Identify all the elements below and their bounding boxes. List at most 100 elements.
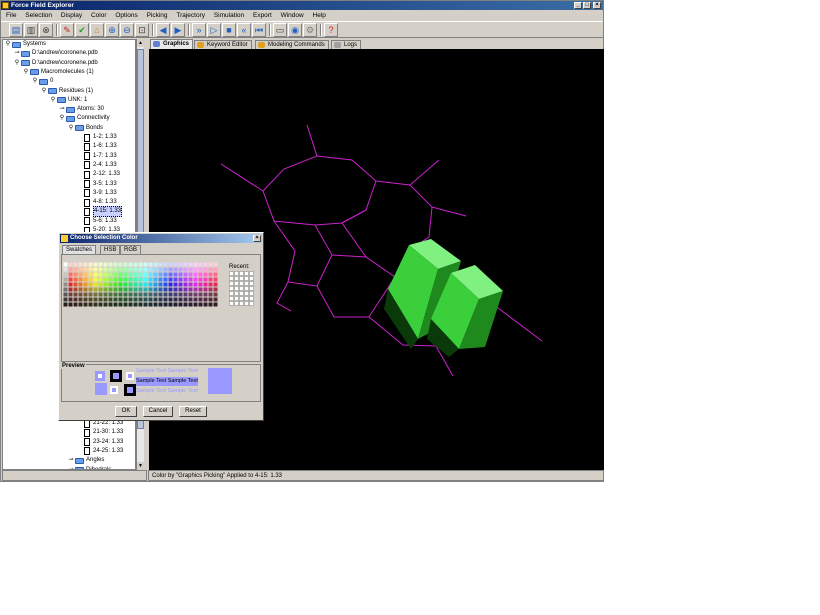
color-swatch[interactable] bbox=[93, 297, 98, 302]
color-swatch[interactable] bbox=[113, 297, 118, 302]
minimize-button[interactable]: _ bbox=[574, 2, 582, 9]
color-swatch[interactable] bbox=[118, 267, 123, 272]
color-swatch[interactable] bbox=[143, 292, 148, 297]
color-swatch[interactable] bbox=[78, 267, 83, 272]
color-swatch[interactable] bbox=[203, 267, 208, 272]
color-swatch[interactable] bbox=[63, 282, 68, 287]
settings-icon[interactable]: ⚙ bbox=[303, 23, 317, 37]
color-swatch[interactable] bbox=[93, 262, 98, 267]
color-swatch[interactable] bbox=[178, 282, 183, 287]
color-swatch[interactable] bbox=[183, 272, 188, 277]
color-swatch[interactable] bbox=[208, 272, 213, 277]
color-swatch[interactable] bbox=[153, 302, 158, 307]
color-swatch[interactable] bbox=[193, 297, 198, 302]
color-swatch[interactable] bbox=[208, 297, 213, 302]
close-system-icon[interactable]: ⊗ bbox=[39, 23, 53, 37]
color-swatch[interactable] bbox=[178, 267, 183, 272]
color-swatch[interactable] bbox=[118, 287, 123, 292]
color-swatch[interactable] bbox=[63, 267, 68, 272]
tree-bond-item[interactable]: 5-6: 1.33 bbox=[77, 217, 117, 226]
color-swatch[interactable] bbox=[188, 267, 193, 272]
color-swatch[interactable] bbox=[113, 262, 118, 267]
color-swatch[interactable] bbox=[153, 292, 158, 297]
color-swatch[interactable] bbox=[208, 267, 213, 272]
color-swatch[interactable] bbox=[198, 287, 203, 292]
color-swatch[interactable] bbox=[103, 297, 108, 302]
color-swatch[interactable] bbox=[93, 287, 98, 292]
color-swatch[interactable] bbox=[198, 267, 203, 272]
color-swatch[interactable] bbox=[198, 297, 203, 302]
color-swatch[interactable] bbox=[163, 277, 168, 282]
color-swatch[interactable] bbox=[63, 277, 68, 282]
color-swatch[interactable] bbox=[173, 302, 178, 307]
color-swatch[interactable] bbox=[128, 282, 133, 287]
color-swatch[interactable] bbox=[208, 277, 213, 282]
color-swatch[interactable] bbox=[203, 272, 208, 277]
color-swatch[interactable] bbox=[133, 282, 138, 287]
color-swatch[interactable] bbox=[68, 267, 73, 272]
color-swatch[interactable] bbox=[98, 277, 103, 282]
color-swatch[interactable] bbox=[143, 277, 148, 282]
color-swatch[interactable] bbox=[113, 292, 118, 297]
color-swatch[interactable] bbox=[193, 277, 198, 282]
color-swatch[interactable] bbox=[123, 277, 128, 282]
color-swatch[interactable] bbox=[163, 282, 168, 287]
color-swatch[interactable] bbox=[63, 302, 68, 307]
recent-swatch[interactable] bbox=[229, 276, 234, 281]
color-swatch[interactable] bbox=[168, 297, 173, 302]
color-swatch[interactable] bbox=[193, 272, 198, 277]
stop-icon[interactable]: ■ bbox=[222, 23, 236, 37]
color-swatch[interactable] bbox=[183, 262, 188, 267]
color-swatch[interactable] bbox=[203, 262, 208, 267]
color-swatch[interactable] bbox=[178, 272, 183, 277]
color-swatch[interactable] bbox=[138, 297, 143, 302]
color-swatch[interactable] bbox=[148, 302, 153, 307]
recent-swatch[interactable] bbox=[229, 291, 234, 296]
swatch-grid[interactable] bbox=[63, 262, 225, 312]
rewind-icon[interactable]: « bbox=[237, 23, 251, 37]
color-swatch[interactable] bbox=[83, 267, 88, 272]
color-swatch[interactable] bbox=[78, 287, 83, 292]
recent-swatch[interactable] bbox=[234, 301, 239, 306]
menu-simulation[interactable]: Simulation bbox=[214, 12, 244, 19]
tab-keyword-editor[interactable]: Keyword Editor bbox=[194, 40, 252, 49]
color-swatch[interactable] bbox=[203, 287, 208, 292]
color-swatch[interactable] bbox=[158, 287, 163, 292]
color-swatch[interactable] bbox=[63, 297, 68, 302]
color-swatch[interactable] bbox=[88, 277, 93, 282]
dialog-close-button[interactable]: × bbox=[253, 235, 261, 242]
color-swatch[interactable] bbox=[78, 297, 83, 302]
skip-back-icon[interactable]: ⏮ bbox=[252, 23, 266, 37]
color-swatch[interactable] bbox=[93, 277, 98, 282]
color-swatch[interactable] bbox=[118, 282, 123, 287]
color-swatch[interactable] bbox=[103, 277, 108, 282]
color-swatch[interactable] bbox=[183, 302, 188, 307]
color-swatch[interactable] bbox=[98, 267, 103, 272]
recent-swatch[interactable] bbox=[229, 286, 234, 291]
color-swatch[interactable] bbox=[98, 297, 103, 302]
recent-swatch[interactable] bbox=[249, 281, 254, 286]
color-swatch[interactable] bbox=[128, 267, 133, 272]
color-swatch[interactable] bbox=[158, 262, 163, 267]
recent-swatch[interactable] bbox=[239, 296, 244, 301]
forward-icon[interactable]: ▶ bbox=[171, 23, 185, 37]
color-swatch[interactable] bbox=[193, 267, 198, 272]
expand-toggle-icon[interactable]: ⊸ bbox=[59, 105, 65, 114]
color-swatch[interactable] bbox=[138, 262, 143, 267]
color-swatch[interactable] bbox=[68, 282, 73, 287]
color-swatch[interactable] bbox=[103, 267, 108, 272]
color-swatch[interactable] bbox=[188, 272, 193, 277]
color-swatch[interactable] bbox=[133, 262, 138, 267]
color-swatch[interactable] bbox=[128, 272, 133, 277]
color-swatch[interactable] bbox=[73, 302, 78, 307]
color-swatch[interactable] bbox=[148, 282, 153, 287]
recent-swatch[interactable] bbox=[249, 296, 254, 301]
recent-swatch[interactable] bbox=[239, 291, 244, 296]
color-swatch[interactable] bbox=[158, 282, 163, 287]
recent-swatch[interactable] bbox=[244, 281, 249, 286]
color-swatch[interactable] bbox=[208, 292, 213, 297]
color-swatch[interactable] bbox=[148, 267, 153, 272]
expand-toggle-icon[interactable]: ⚲ bbox=[23, 68, 29, 77]
color-swatch[interactable] bbox=[98, 272, 103, 277]
color-swatch[interactable] bbox=[183, 292, 188, 297]
